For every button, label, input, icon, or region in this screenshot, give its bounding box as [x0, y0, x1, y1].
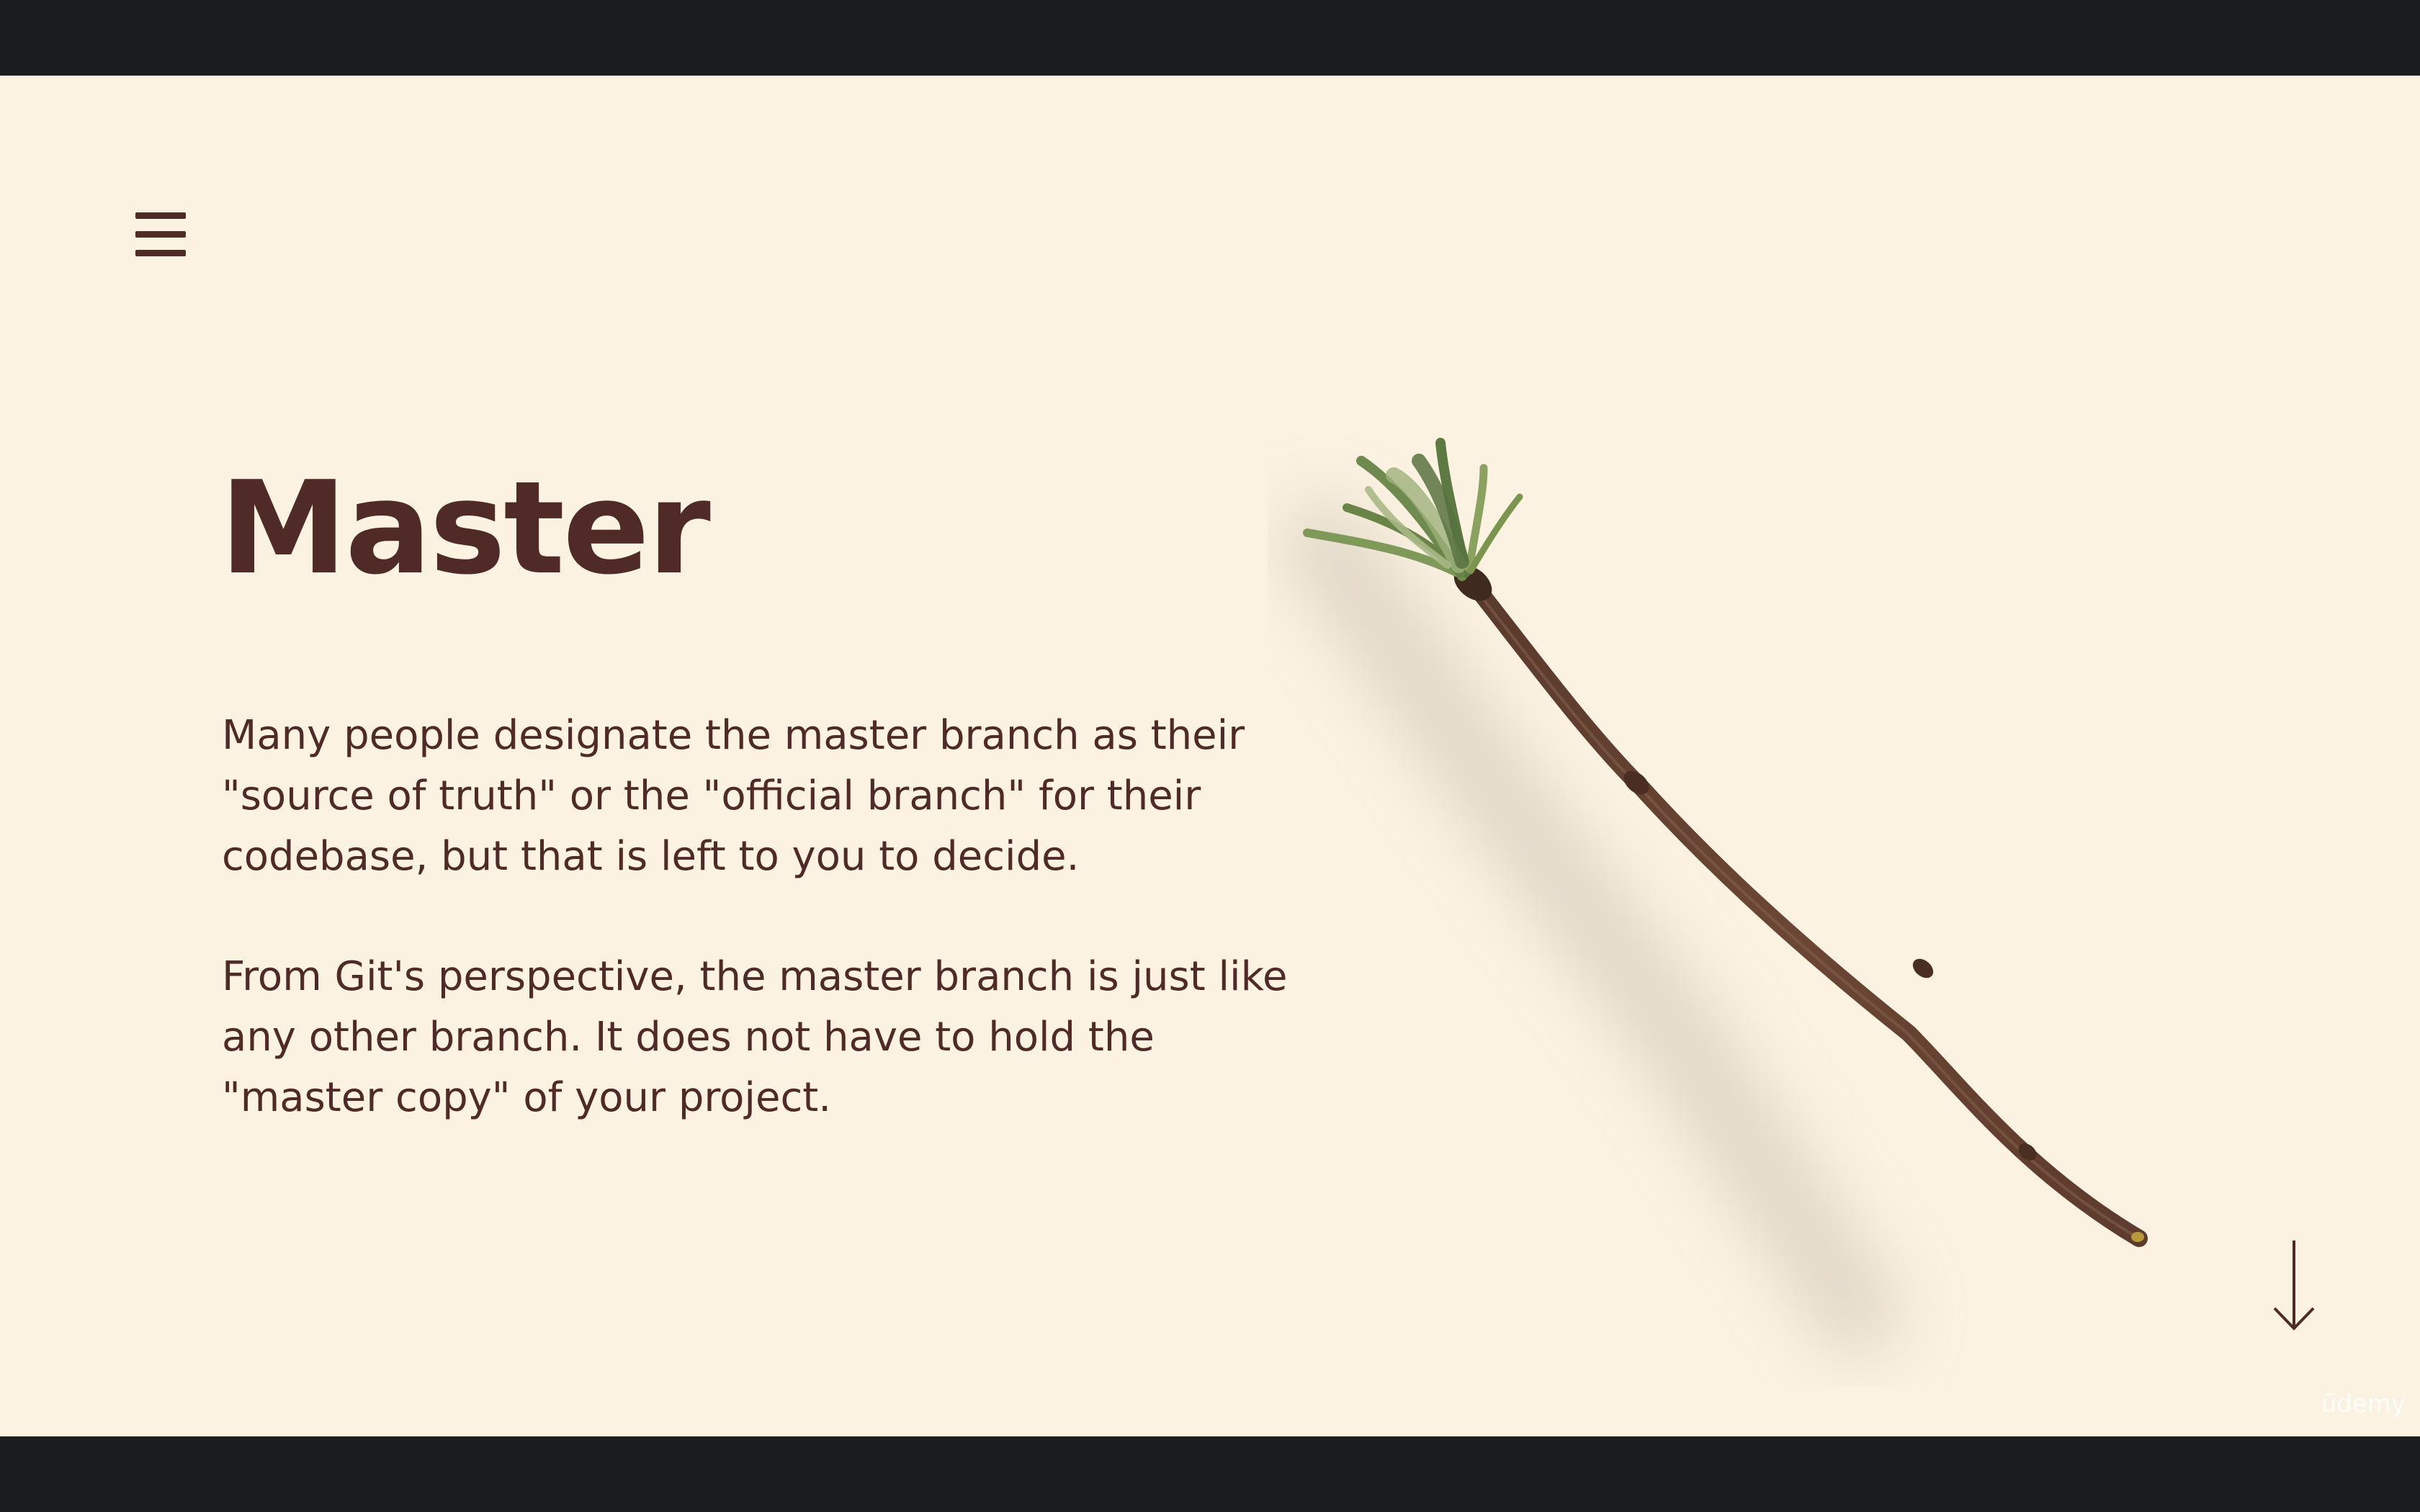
twig-image: [1282, 438, 2148, 1357]
slide-title: Master: [220, 454, 711, 603]
udemy-watermark: ūdemy: [2321, 1390, 2406, 1418]
arrow-down-icon[interactable]: [2269, 1235, 2319, 1336]
letterbox-top: [0, 0, 2420, 76]
hamburger-menu-icon[interactable]: [135, 210, 186, 260]
slide: Master Many people designate the master …: [0, 76, 2420, 1436]
paragraph-git-perspective: From Git's perspective, the master branc…: [222, 953, 1288, 1121]
letterbox-bottom: [0, 1436, 2420, 1512]
paragraph-source-of-truth: Many people designate the master branch …: [222, 712, 1245, 880]
